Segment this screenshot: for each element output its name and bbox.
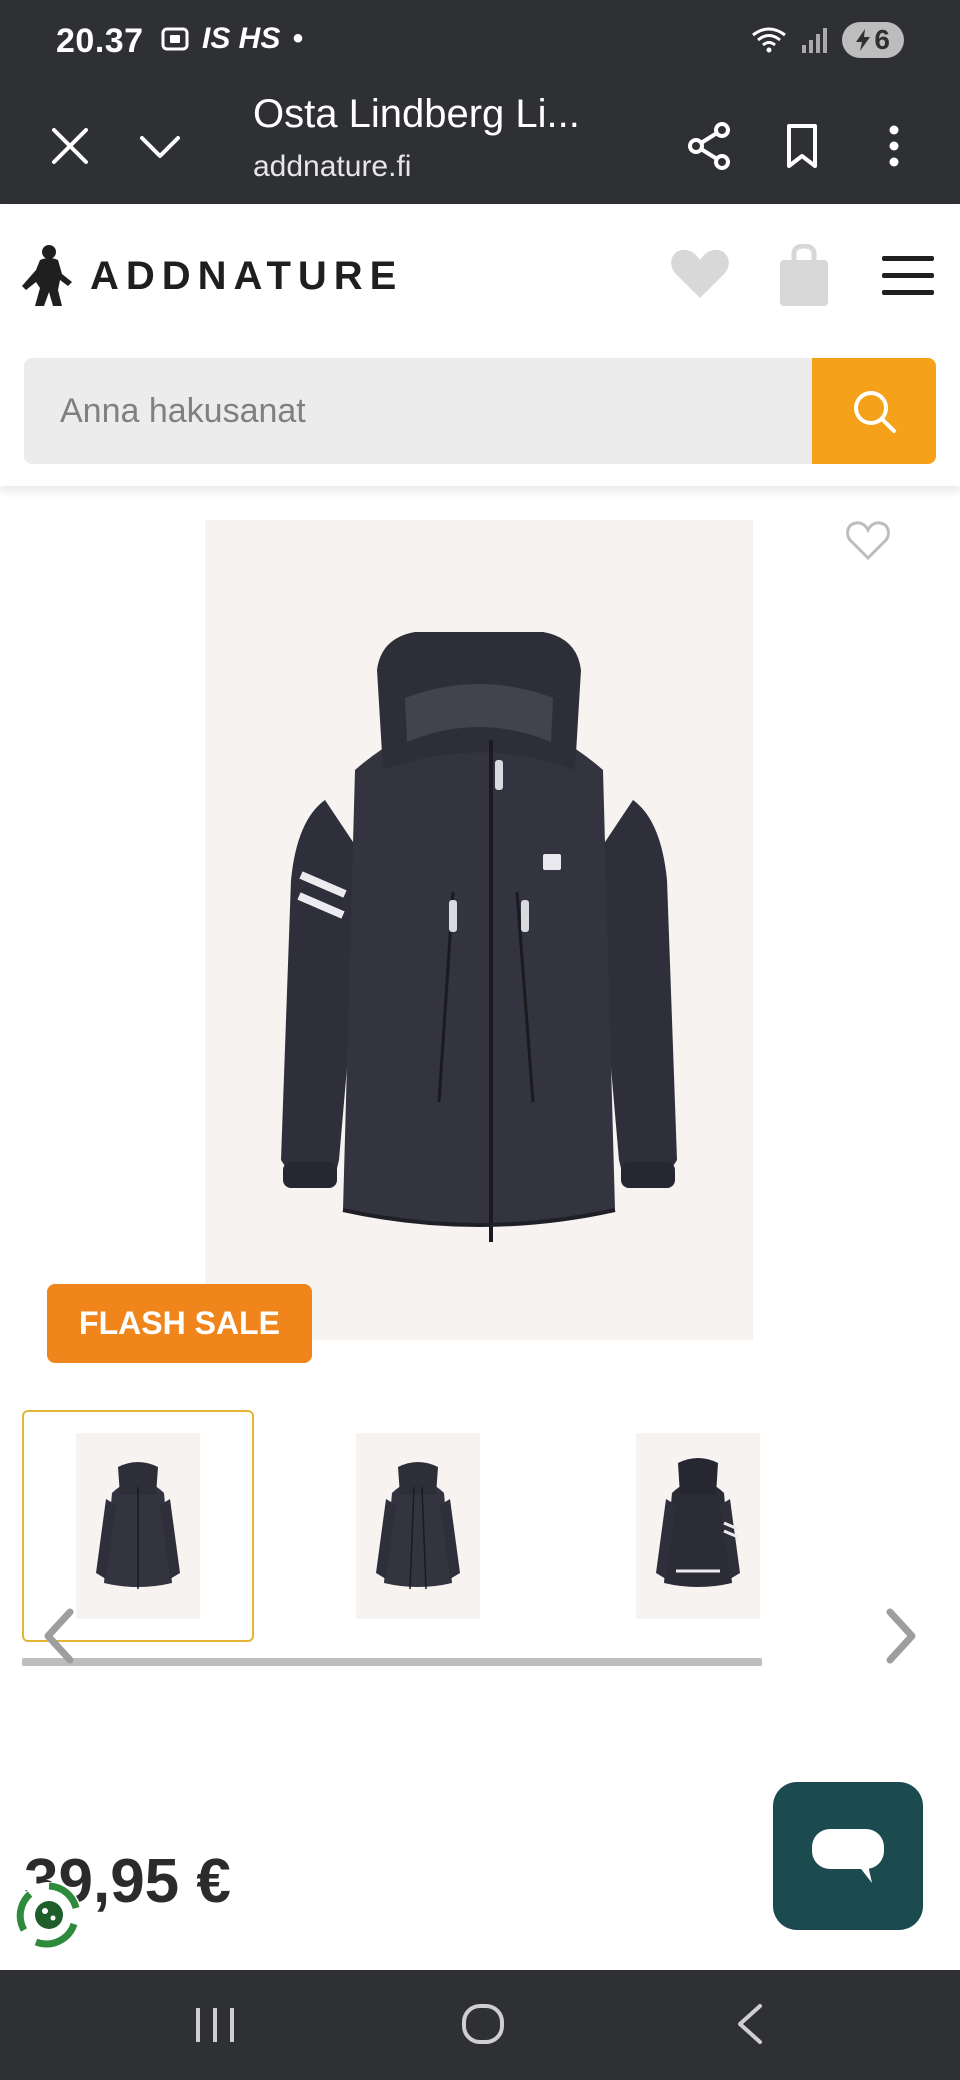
chat-bubble-icon <box>812 1829 884 1883</box>
thumbnail-front-open[interactable] <box>302 1410 534 1642</box>
news-app-icons: IS HS <box>202 22 281 55</box>
bookmark-icon[interactable] <box>772 116 832 176</box>
site-header: ADDNATURE <box>0 204 960 486</box>
chat-button[interactable] <box>773 1782 923 1930</box>
logo-wordmark: ADDNATURE <box>90 253 404 298</box>
recent-apps-icon[interactable] <box>190 2002 240 2048</box>
shopping-bag-icon[interactable] <box>774 244 834 308</box>
thumbnail-back[interactable] <box>582 1410 814 1642</box>
search-bar <box>24 358 936 464</box>
thumbnail-image <box>356 1433 480 1619</box>
notification-dot: • <box>292 22 303 55</box>
chevron-left-icon[interactable] <box>34 1604 84 1668</box>
battery-indicator: 6 <box>842 22 904 58</box>
wishlist-heart-icon[interactable] <box>845 518 891 562</box>
recycle-badge-icon[interactable] <box>14 1880 84 1950</box>
thumbnail-image <box>636 1433 760 1619</box>
search-icon <box>854 391 896 433</box>
status-bar: 20.37 IS HS • 6 <box>0 0 960 88</box>
flash-sale-badge: FLASH SALE <box>47 1284 312 1363</box>
battery-level: 6 <box>874 24 890 55</box>
more-vertical-icon[interactable] <box>864 116 924 176</box>
thumbnail-scrollbar[interactable] <box>22 1658 762 1666</box>
share-icon[interactable] <box>680 116 740 176</box>
status-time: 20.37 <box>56 22 144 60</box>
bear-logo-icon <box>22 245 72 306</box>
status-right-icons: 6 <box>750 22 904 58</box>
close-icon[interactable] <box>40 116 100 176</box>
product-main-image[interactable] <box>205 520 753 1340</box>
browser-toolbar: Osta Lindberg Li... addnature.fi <box>0 88 960 204</box>
hamburger-menu-icon[interactable] <box>880 252 936 300</box>
back-icon[interactable] <box>730 1998 770 2050</box>
system-navigation-bar <box>0 1970 960 2080</box>
search-input[interactable] <box>24 358 814 464</box>
heart-icon[interactable] <box>668 242 732 306</box>
screenshot-icon <box>161 27 189 51</box>
site-logo[interactable]: ADDNATURE <box>22 244 403 308</box>
signal-icon <box>802 28 828 53</box>
status-left-icons: IS HS • <box>160 22 303 56</box>
charging-icon <box>856 29 871 51</box>
chevron-down-icon[interactable] <box>130 116 190 176</box>
home-icon[interactable] <box>458 1998 508 2050</box>
rain-jacket-image <box>281 632 677 1242</box>
search-button[interactable] <box>812 358 936 464</box>
page-title[interactable]: Osta Lindberg Li... <box>253 92 580 137</box>
wifi-icon <box>752 27 787 53</box>
thumbnail-image <box>76 1433 200 1619</box>
chevron-right-icon[interactable] <box>876 1604 926 1668</box>
page-url[interactable]: addnature.fi <box>253 150 411 184</box>
